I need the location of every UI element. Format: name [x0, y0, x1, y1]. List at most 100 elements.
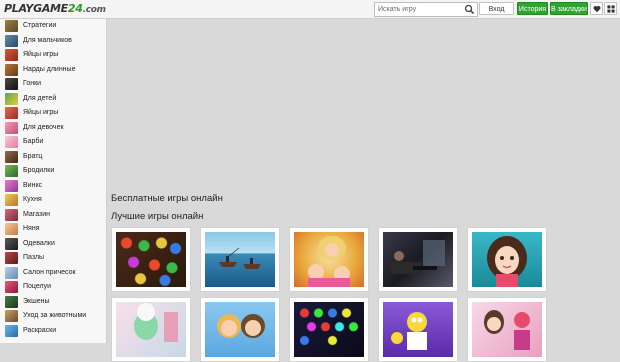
section-heading-free-games: Бесплатные игры онлайн: [111, 193, 223, 204]
game-thumbnail: [116, 302, 186, 357]
game-thumbnail: [116, 232, 186, 287]
sidebar-item-bratz[interactable]: Братц: [0, 150, 106, 165]
sidebar-item-label: Для мальчиков: [23, 36, 72, 44]
dressup-thumb: [5, 237, 18, 250]
sidebar-item-label: Для девочек: [23, 123, 64, 131]
sidebar-item-backgammon[interactable]: Нарды длинные: [0, 63, 106, 78]
puzzle-thumb: [5, 252, 18, 264]
girls-thumb: [5, 121, 18, 134]
sidebar-item-label: Няня: [23, 225, 40, 232]
sidebar-item-label: Салон причесок: [23, 268, 76, 276]
cartoon-family-illustration: [391, 312, 427, 350]
history-button[interactable]: История: [517, 2, 548, 15]
sidebar-item-label: Яйцы игры: [23, 109, 59, 116]
sidebar-item-label: Стратегии: [23, 22, 57, 29]
sidebar-item-label: Нарды длинные: [23, 65, 76, 73]
pets-thumb: [5, 310, 18, 322]
site-logo[interactable]: PLAYGAME24.com: [4, 2, 106, 15]
sidebar-item-racing[interactable]: Гонки: [0, 77, 106, 92]
winx-thumb: [5, 179, 18, 192]
game-thumbnail: [294, 302, 364, 357]
sidebar-item-label: Поцелуи: [23, 283, 52, 290]
sidebar-item-adventure[interactable]: Бродилки: [0, 164, 106, 179]
game-card-girl-portrait[interactable]: [467, 227, 547, 292]
hair-salon-thumb: [5, 266, 18, 279]
game-card-fishing[interactable]: [200, 227, 280, 292]
game-thumbnail: [205, 302, 275, 357]
sidebar-item-label: Яйцы игры: [23, 51, 59, 58]
game-thumbnail: [205, 232, 275, 287]
sidebar-item-nanny[interactable]: Няня: [0, 222, 106, 237]
boat-illustration: [219, 247, 261, 269]
heart-icon: [593, 6, 601, 13]
game-card-jewels[interactable]: [111, 227, 191, 292]
kiss-thumb: [5, 281, 18, 293]
menu-grid-button[interactable]: [604, 2, 617, 15]
sidebar-item-eggs-2[interactable]: Яйцы игры: [0, 106, 106, 121]
coloring-thumb: [5, 324, 18, 337]
game-thumbnail: [472, 302, 542, 357]
game-thumbnail: [383, 302, 453, 357]
sidebar-item-label: Пазлы: [23, 254, 45, 261]
sidebar-item-winx[interactable]: Винкс: [0, 179, 106, 194]
girl-illustration: [487, 236, 527, 287]
backgammon-thumb: [5, 63, 18, 76]
sidebar-item-label: Кухня: [23, 196, 42, 203]
game-card-dressup[interactable]: [467, 297, 547, 362]
sidebar-item-strategy[interactable]: Стратегии: [0, 19, 106, 34]
search-box: [374, 2, 478, 17]
sidebar-item-label: Раскраски: [23, 326, 57, 334]
sidebar-item-action[interactable]: Экшены: [0, 295, 106, 310]
game-thumbnail: [383, 232, 453, 287]
sidebar-item-boys[interactable]: Для мальчиков: [0, 34, 106, 49]
kitchen-thumb: [5, 194, 18, 206]
search-input[interactable]: [378, 3, 463, 16]
sidebar-item-label: Барби: [23, 138, 44, 145]
sidebar-item-label: Одевалки: [23, 239, 55, 247]
couple-illustration: [217, 314, 265, 338]
search-icon[interactable]: [464, 4, 475, 15]
shop-thumb: [5, 208, 18, 221]
sidebar-item-kids[interactable]: Для детей: [0, 92, 106, 107]
sidebar-item-coloring[interactable]: Раскраски: [0, 324, 106, 339]
sidebar-item-pets[interactable]: Уход за животными: [0, 309, 106, 324]
spa-illustration: [134, 303, 178, 342]
barbie-thumb: [5, 136, 18, 148]
sidebar-item-puzzles[interactable]: Пазлы: [0, 251, 106, 266]
game-card-bubbles[interactable]: [289, 297, 369, 362]
category-sidebar: Стратегии Для мальчиков Яйцы игры Нарды …: [0, 19, 107, 343]
game-card-shooter[interactable]: [378, 227, 458, 292]
sidebar-item-barbie[interactable]: Барби: [0, 135, 106, 150]
sidebar-item-girls[interactable]: Для девочек: [0, 121, 106, 136]
game-card-barbie-babies[interactable]: [289, 227, 369, 292]
game-thumbnail: [472, 232, 542, 287]
bookmark-button[interactable]: В закладки: [550, 2, 588, 15]
sidebar-item-kiss[interactable]: Поцелуи: [0, 280, 106, 295]
nanny-thumb: [5, 223, 18, 235]
favorites-button[interactable]: [590, 2, 603, 15]
sidebar-item-shop[interactable]: Магазин: [0, 208, 106, 223]
game-thumbnail: [294, 232, 364, 287]
mother-babies-illustration: [308, 236, 350, 287]
eggs2-thumb: [5, 107, 18, 119]
game-card-couple[interactable]: [200, 297, 280, 362]
login-button[interactable]: Вход: [479, 2, 514, 15]
shooter-illustration: [391, 240, 445, 274]
section-heading-best-games: Лучшие игры онлайн: [111, 211, 204, 222]
action-thumb: [5, 295, 18, 308]
sidebar-item-label: Для детей: [23, 94, 57, 102]
sidebar-item-label: Магазин: [23, 210, 51, 218]
strategy-thumb: [5, 20, 18, 32]
dressup-girl-illustration: [484, 310, 530, 350]
sidebar-item-label: Винкс: [23, 181, 43, 189]
sidebar-item-label: Бродилки: [23, 167, 55, 174]
sidebar-item-dressup[interactable]: Одевалки: [0, 237, 106, 252]
sidebar-item-hair-salon[interactable]: Салон причесок: [0, 266, 106, 281]
top-bar: PLAYGAME24.com Вход История В закладки: [0, 0, 620, 19]
game-card-simpsons[interactable]: [378, 297, 458, 362]
kids-thumb: [5, 92, 18, 105]
sidebar-item-eggs[interactable]: Яйцы игры: [0, 48, 106, 63]
sidebar-item-label: Гонки: [23, 80, 42, 87]
game-card-spa[interactable]: [111, 297, 191, 362]
sidebar-item-kitchen[interactable]: Кухня: [0, 193, 106, 208]
